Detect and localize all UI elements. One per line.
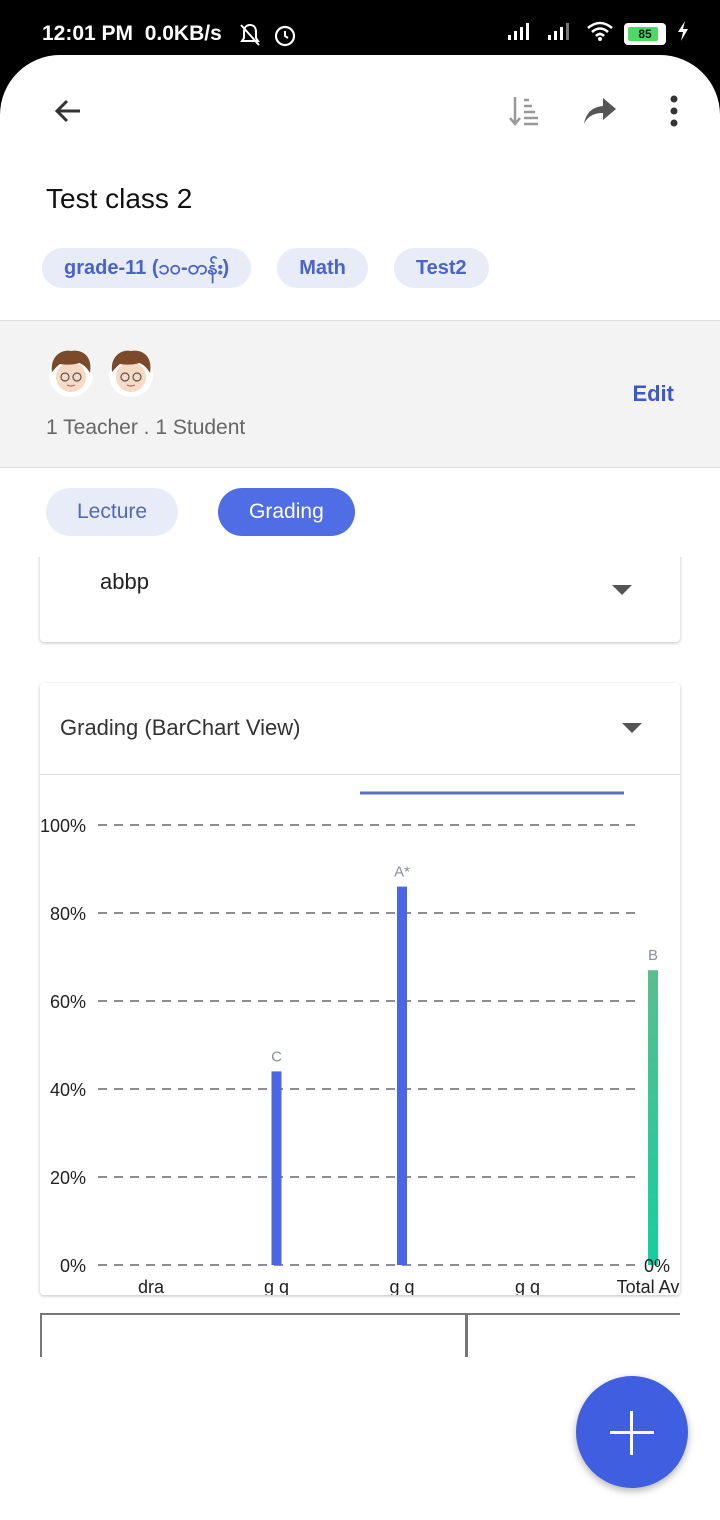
sort-icon	[509, 97, 538, 126]
x-category-label: g q	[389, 1277, 414, 1295]
bar-grade-label: B	[648, 947, 658, 964]
bar-grade-label: C	[271, 1048, 282, 1065]
battery-icon: 85	[624, 22, 666, 45]
bar	[271, 1071, 282, 1265]
y-tick-label: 0%	[60, 1256, 86, 1276]
share-button[interactable]	[576, 87, 624, 135]
y-tick-label: 100%	[40, 816, 86, 836]
y-tick-label: 60%	[50, 992, 86, 1012]
filter-selected-value: abbp	[100, 569, 149, 594]
tag-test[interactable]: Test2	[393, 248, 489, 288]
chart-card: Grading (BarChart View) 0% 20% 40% 60% 80% 10…	[40, 683, 680, 1295]
page-title: Test class 2	[46, 183, 193, 214]
teacher-avatar[interactable]	[46, 346, 96, 400]
grading-bar-chart: 0% 20% 40% 60% 80% 100% 0% dra Cg q A* g q g q B Tota…	[40, 791, 680, 1295]
status-time: 12:01 PM 0.0KB/s	[42, 22, 222, 45]
bar-grade-label: A*	[394, 864, 410, 881]
signal-icon-2	[546, 21, 576, 46]
signal-icon	[506, 21, 536, 46]
share-arrow-icon	[584, 98, 616, 124]
y-tick-label: 20%	[50, 1168, 86, 1188]
tag-subject[interactable]: Math	[277, 248, 368, 288]
x-category-label: g q	[264, 1277, 289, 1295]
x-category-label: dra	[138, 1277, 165, 1295]
tab-grading[interactable]: Grading	[218, 488, 355, 536]
tab-lecture[interactable]: Lecture	[46, 488, 179, 536]
wifi-icon	[586, 20, 614, 47]
members-summary: 1 Teacher . 1 Student	[46, 416, 246, 439]
x-category-label: g q	[515, 1277, 540, 1295]
alarm-icon	[272, 22, 298, 53]
bar	[397, 886, 407, 1265]
y-tick-label: 80%	[50, 904, 86, 924]
grading-content: abbp Grading (BarChart View) 0% 20% 40% 60%…	[0, 557, 720, 1357]
add-fab-button[interactable]	[576, 1376, 688, 1488]
table-column-divider	[465, 1315, 468, 1357]
arrow-back-icon	[54, 99, 80, 123]
back-button[interactable]	[44, 87, 92, 135]
filter-dropdown[interactable]: abbp	[40, 557, 680, 642]
x-category-label: Total Avg	[617, 1277, 680, 1295]
members-section: 1 Teacher . 1 Student Edit	[0, 320, 720, 468]
grade-table	[40, 1313, 680, 1357]
class-tags: grade-11 (၁၀-တန်း) Math Test2	[42, 248, 489, 288]
y-tick-label: 40%	[50, 1080, 86, 1100]
tag-grade[interactable]: grade-11 (၁၀-တန်း)	[42, 248, 252, 288]
bar	[648, 970, 658, 1265]
student-avatar[interactable]	[106, 346, 156, 400]
tab-bar: Lecture Grading	[46, 488, 355, 536]
right-axis-label: 0%	[644, 1256, 670, 1276]
app-bar	[0, 55, 720, 165]
app-screen: Test class 2 grade-11 (၁၀-တန်း) Math Tes…	[0, 55, 720, 1520]
more-vert-icon	[670, 95, 678, 127]
edit-members-button[interactable]: Edit	[632, 381, 674, 407]
sort-button[interactable]	[500, 87, 548, 135]
charging-icon	[676, 20, 690, 47]
more-button[interactable]	[650, 87, 698, 135]
dropdown-arrow-icon	[612, 585, 632, 595]
mute-icon	[238, 22, 262, 53]
